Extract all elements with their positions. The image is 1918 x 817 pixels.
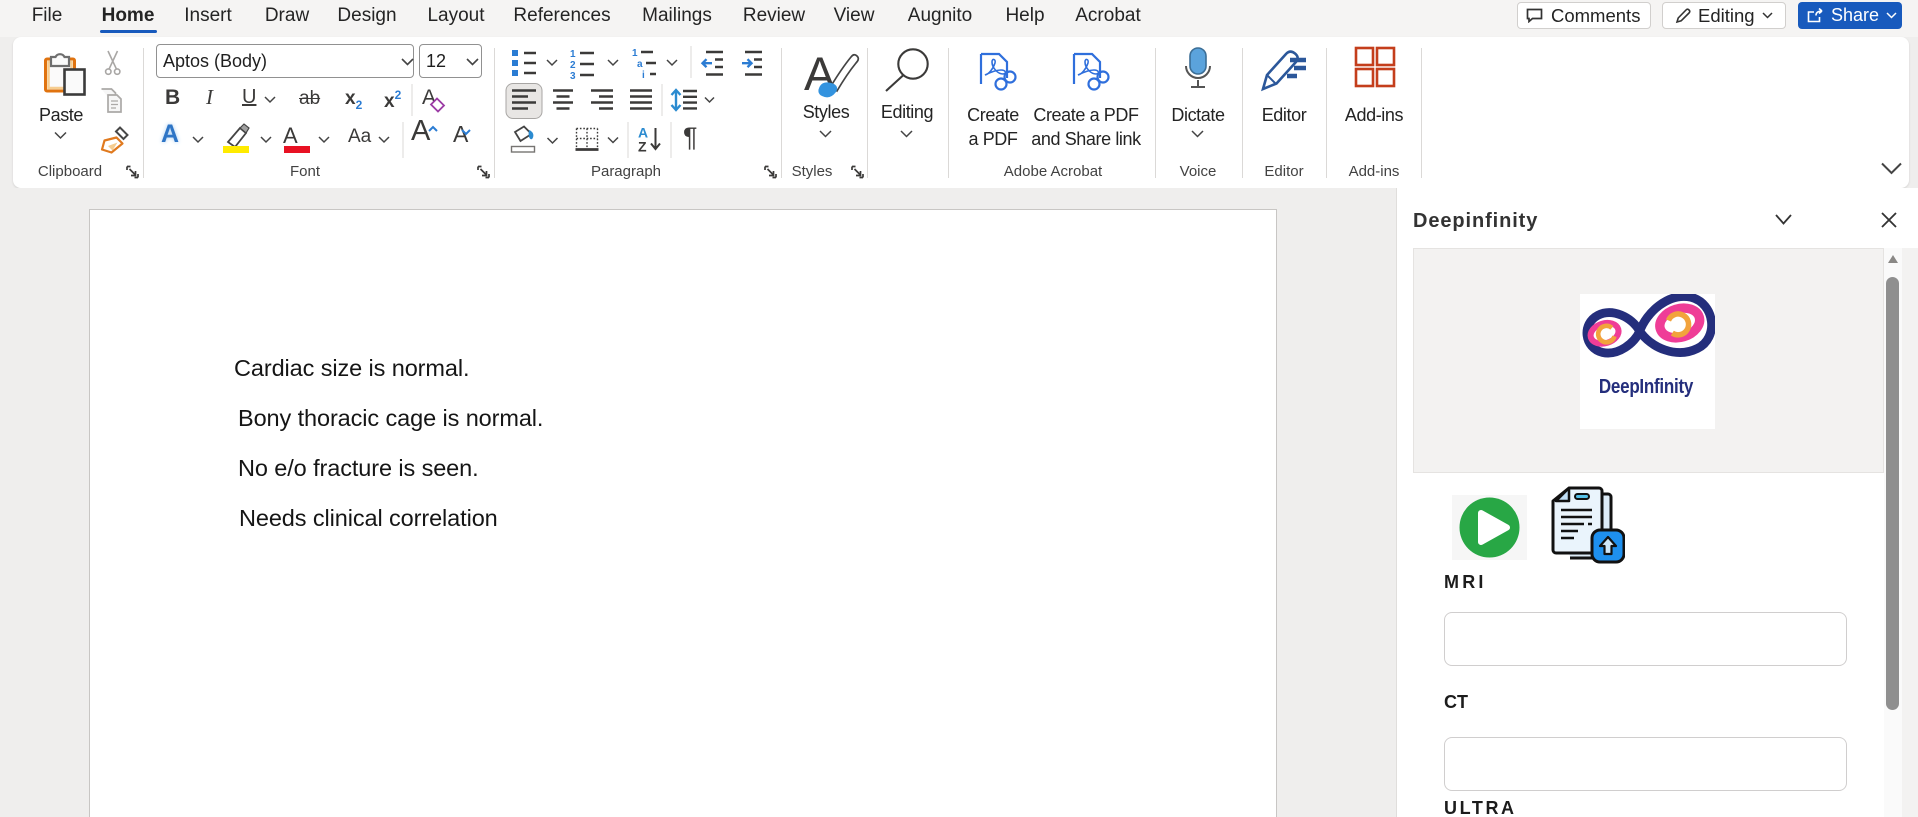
svg-text:DeepInfinity: DeepInfinity (1599, 375, 1694, 398)
svg-text:a: a (637, 59, 643, 70)
svg-text:2: 2 (570, 60, 576, 71)
svg-text:Z: Z (638, 139, 647, 155)
svg-text:1: 1 (632, 48, 638, 59)
svg-text:i: i (642, 70, 645, 81)
svg-text:3: 3 (570, 71, 576, 82)
svg-text:1: 1 (570, 49, 576, 60)
